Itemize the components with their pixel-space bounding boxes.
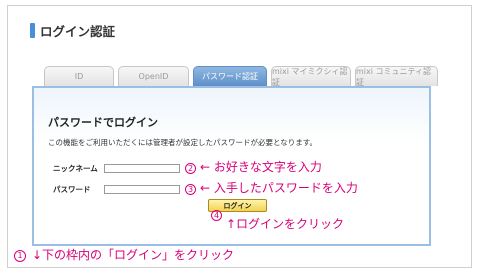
nickname-label: ニックネーム bbox=[53, 164, 98, 173]
tab-id[interactable]: ID bbox=[44, 66, 114, 86]
step-1-badge: 1 bbox=[14, 250, 26, 262]
password-input[interactable] bbox=[104, 185, 180, 194]
title-marker-icon bbox=[30, 22, 35, 38]
login-description: この機能をご利用いただくには管理者が設定したパスワードが必要となります。 bbox=[48, 138, 318, 147]
page-header: ログイン認証 bbox=[30, 22, 116, 39]
tab-mixi-community-auth[interactable]: mixi コミュニティ認証 bbox=[355, 66, 438, 87]
step-3-annotation: ← 入手したパスワードを入力 bbox=[200, 181, 358, 195]
step-2-badge: 2 bbox=[185, 163, 196, 174]
step-4-annotation: ↑ログインをクリック bbox=[226, 217, 345, 231]
step-1-annotation: ↓下の枠内の「ログイン」をクリック bbox=[32, 248, 235, 262]
step-4-badge: 4 bbox=[211, 210, 222, 221]
nickname-input[interactable] bbox=[104, 164, 180, 173]
tab-password-auth[interactable]: パスワード認証 bbox=[193, 66, 267, 86]
tab-mixi-mymixi-auth[interactable]: mixi マイミクシィ認証 bbox=[271, 66, 351, 87]
tab-openid[interactable]: OpenID bbox=[118, 66, 189, 86]
login-heading: パスワードでログイン bbox=[48, 116, 158, 129]
step-2-annotation: ← お好きな文字を入力 bbox=[200, 160, 322, 174]
page-title: ログイン認証 bbox=[40, 23, 116, 39]
password-label: パスワード bbox=[53, 185, 91, 194]
step-3-badge: 3 bbox=[185, 184, 196, 195]
